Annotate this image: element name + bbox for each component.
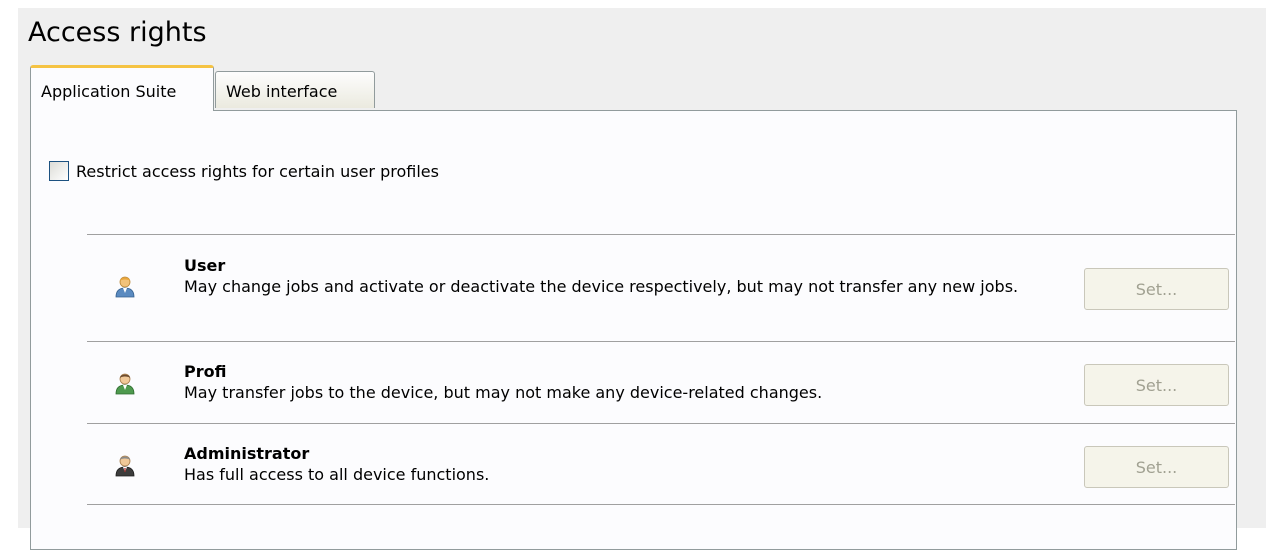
administrator-icon xyxy=(113,453,137,477)
profile-text-user: User May change jobs and activate or dea… xyxy=(184,255,1064,297)
restrict-access-label: Restrict access rights for certain user … xyxy=(76,161,439,181)
profile-row-administrator: Administrator Has full access to all dev… xyxy=(87,423,1235,505)
page-title: Access rights xyxy=(28,17,207,48)
restrict-access-option[interactable]: Restrict access rights for certain user … xyxy=(49,161,439,181)
profile-name-profi: Profi xyxy=(184,362,227,381)
profile-description-profi: May transfer jobs to the device, but may… xyxy=(184,383,823,402)
set-profi-button[interactable]: Set... xyxy=(1084,364,1229,406)
profi-user-icon xyxy=(113,371,137,395)
profile-description-administrator: Has full access to all device functions. xyxy=(184,465,490,484)
profile-description-user: May change jobs and activate or deactiva… xyxy=(184,277,1019,296)
tab-web-interface[interactable]: Web interface xyxy=(215,71,375,108)
profile-list: User May change jobs and activate or dea… xyxy=(87,234,1235,505)
profile-text-administrator: Administrator Has full access to all dev… xyxy=(184,443,1064,485)
profile-text-profi: Profi May transfer jobs to the device, b… xyxy=(184,361,1064,403)
access-rights-page: Access rights Application Suite Web inte… xyxy=(18,8,1266,550)
tab-application-suite[interactable]: Application Suite xyxy=(30,65,214,111)
profile-row-profi: Profi May transfer jobs to the device, b… xyxy=(87,341,1235,423)
tab-panel-application-suite: Restrict access rights for certain user … xyxy=(30,110,1237,550)
profile-name-administrator: Administrator xyxy=(184,444,310,463)
restrict-access-checkbox[interactable] xyxy=(49,161,69,181)
profile-name-user: User xyxy=(184,256,226,275)
set-user-button[interactable]: Set... xyxy=(1084,268,1229,310)
set-administrator-button[interactable]: Set... xyxy=(1084,446,1229,488)
user-icon xyxy=(113,274,137,298)
profile-row-user: User May change jobs and activate or dea… xyxy=(87,234,1235,341)
